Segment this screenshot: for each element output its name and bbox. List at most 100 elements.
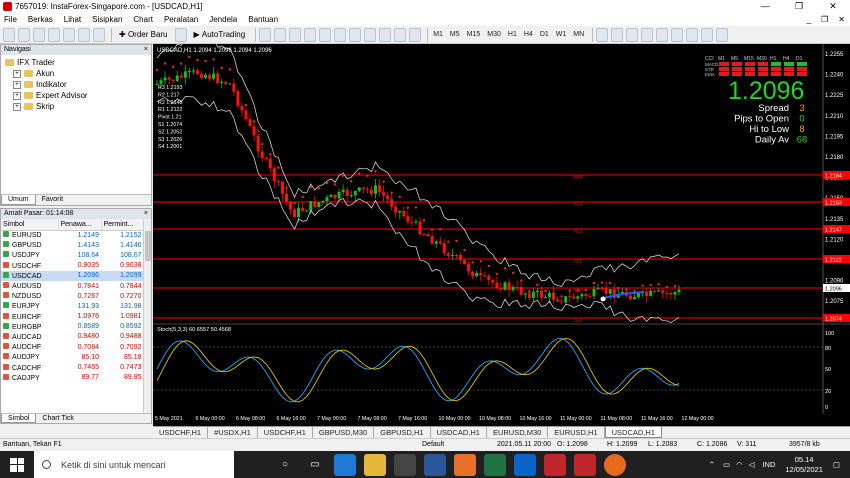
nav-item-expert-advisor[interactable]: + Expert Advisor bbox=[5, 90, 151, 101]
market-row[interactable]: CADJPY 89.77 89.85 bbox=[1, 373, 144, 383]
tf-d1[interactable]: D1 bbox=[538, 28, 551, 42]
line-chart-icon[interactable] bbox=[289, 27, 302, 42]
word-icon[interactable] bbox=[424, 453, 446, 476]
tf-m5[interactable]: M5 bbox=[448, 28, 462, 42]
terminal-icon[interactable] bbox=[78, 27, 90, 42]
periods-icon[interactable] bbox=[394, 27, 407, 42]
menu-bantuan[interactable]: Bantuan bbox=[248, 15, 278, 24]
minimize-button[interactable]: — bbox=[748, 1, 782, 12]
candlestick-icon[interactable] bbox=[274, 27, 287, 42]
autoscroll-icon[interactable] bbox=[349, 27, 362, 42]
edge-icon[interactable] bbox=[334, 453, 356, 476]
mail-icon[interactable] bbox=[514, 453, 536, 476]
clock[interactable]: 05.14 12/05/2021 bbox=[785, 455, 823, 475]
excel-icon[interactable] bbox=[484, 453, 506, 476]
chart-tab[interactable]: EURUSD,H1 bbox=[548, 427, 605, 438]
chart-tab[interactable]: USDCHF,H1 bbox=[258, 427, 313, 438]
nav-item-akun[interactable]: + Akun bbox=[5, 68, 151, 79]
notifications-icon[interactable]: ▢ bbox=[833, 460, 840, 469]
cortana-icon[interactable]: ○ bbox=[274, 454, 296, 476]
nav-item-skrip[interactable]: + Skrip bbox=[5, 101, 151, 112]
volume-icon[interactable]: ◁ bbox=[749, 460, 755, 469]
market-row[interactable]: USDJPY 108.64 108.67 bbox=[1, 250, 144, 260]
chart-tab[interactable]: USDCAD,H1 bbox=[604, 427, 662, 438]
tf-mn[interactable]: MN bbox=[571, 28, 586, 42]
firefox-icon[interactable] bbox=[604, 453, 626, 476]
tile-windows-icon[interactable] bbox=[334, 27, 347, 42]
bar-chart-icon[interactable] bbox=[259, 27, 272, 42]
chart-tab[interactable]: #USDX,H1 bbox=[208, 427, 258, 438]
network-icon[interactable]: ◠ bbox=[736, 460, 743, 469]
tab-chart-tick[interactable]: Chart Tick bbox=[36, 414, 80, 423]
market-row[interactable]: EURUSD 1.2149 1.2152 bbox=[1, 230, 144, 240]
col-bid[interactable]: Penawa... bbox=[58, 219, 102, 231]
photos-icon[interactable] bbox=[454, 453, 476, 476]
chart-shift-icon[interactable] bbox=[364, 27, 377, 42]
chart-window[interactable]: 1.2255 1.2240 1.2225 1.2210 1.2195 1.2180 1.21… bbox=[153, 35, 850, 426]
tester-icon[interactable] bbox=[93, 27, 105, 42]
market-row[interactable]: AUDJPY 85.10 85.18 bbox=[1, 352, 144, 362]
market-row[interactable]: GBPUSD 1.4143 1.4146 bbox=[1, 240, 144, 250]
scroll-thumb[interactable] bbox=[145, 231, 151, 261]
navigator-close-icon[interactable]: × bbox=[144, 45, 148, 55]
mdi-minimize-button[interactable]: _ bbox=[807, 15, 811, 24]
zoom-in-icon[interactable] bbox=[304, 27, 317, 42]
cursor-icon[interactable] bbox=[596, 27, 609, 42]
trendline-icon[interactable] bbox=[656, 27, 669, 42]
nav-root[interactable]: IFX Trader bbox=[5, 57, 151, 68]
market-row[interactable]: EURGBP 0.8589 0.8592 bbox=[1, 322, 144, 332]
crosshair-icon[interactable] bbox=[611, 27, 624, 42]
navigator-icon[interactable] bbox=[63, 27, 75, 42]
menu-peralatan[interactable]: Peralatan bbox=[164, 15, 198, 24]
tf-h4[interactable]: H4 bbox=[522, 28, 535, 42]
chart-tab[interactable]: GBPUSD,H1 bbox=[374, 427, 431, 438]
vertical-line-icon[interactable] bbox=[626, 27, 639, 42]
profiles-icon[interactable] bbox=[18, 27, 30, 42]
tab-simbol[interactable]: Simbol bbox=[1, 414, 37, 423]
tf-m30[interactable]: M30 bbox=[485, 28, 503, 42]
menu-berkas[interactable]: Berkas bbox=[28, 15, 53, 24]
menu-sisipkan[interactable]: Sisipkan bbox=[92, 15, 122, 24]
market-row[interactable]: AUDCAD 0.9480 0.9488 bbox=[1, 332, 144, 342]
chart-tab[interactable]: EURUSD,M30 bbox=[487, 427, 549, 438]
market-watch-scrollbar[interactable] bbox=[143, 219, 151, 415]
zoom-out-icon[interactable] bbox=[319, 27, 332, 42]
menu-chart[interactable]: Chart bbox=[133, 15, 153, 24]
mdi-close-button[interactable]: ✕ bbox=[838, 15, 845, 24]
battery-icon[interactable]: ▭ bbox=[723, 460, 730, 469]
autotrading-button[interactable]: ▶ AutoTrading bbox=[190, 28, 250, 42]
market-watch-icon[interactable] bbox=[33, 27, 45, 42]
tab-favorit[interactable]: Favorit bbox=[36, 195, 69, 205]
text-icon[interactable] bbox=[701, 27, 714, 42]
tray-chevron-icon[interactable]: ⌃ bbox=[709, 460, 715, 469]
tf-m1[interactable]: M1 bbox=[431, 28, 445, 42]
channel-icon[interactable] bbox=[671, 27, 684, 42]
metatrader-icon[interactable] bbox=[544, 453, 566, 476]
market-watch-close-icon[interactable]: × bbox=[144, 209, 148, 219]
mdi-restore-button[interactable]: ❐ bbox=[821, 15, 828, 24]
maximize-button[interactable]: ❐ bbox=[782, 1, 816, 12]
price-chart[interactable]: 1.2255 1.2240 1.2225 1.2210 1.2195 1.2180 1.21… bbox=[153, 35, 850, 426]
close-button[interactable]: ✕ bbox=[816, 1, 850, 12]
windows-start-icon[interactable] bbox=[10, 457, 24, 472]
expand-icon[interactable]: + bbox=[13, 69, 21, 78]
nav-item-indikator[interactable]: + Indikator bbox=[5, 79, 151, 90]
metaeditor-icon[interactable] bbox=[174, 27, 187, 42]
file-explorer-icon[interactable] bbox=[364, 453, 386, 476]
menu-lihat[interactable]: Lihat bbox=[64, 15, 81, 24]
taskbar-search-box[interactable]: Ketik di sini untuk mencari bbox=[34, 451, 234, 478]
menu-jendela[interactable]: Jendela bbox=[209, 15, 237, 24]
tf-w1[interactable]: W1 bbox=[554, 28, 569, 42]
tab-umum[interactable]: Umum bbox=[1, 195, 36, 205]
market-row[interactable]: EURCHF 1.0976 1.0981 bbox=[1, 312, 144, 322]
chart-tab[interactable]: USDCAD,H1 bbox=[431, 427, 487, 438]
templates-icon[interactable] bbox=[409, 27, 422, 42]
market-row[interactable]: CADCHF 0.7465 0.7473 bbox=[1, 362, 144, 372]
arrows-icon[interactable] bbox=[716, 27, 729, 42]
task-view-icon[interactable]: ▭ bbox=[304, 454, 326, 476]
col-ask[interactable]: Permint... bbox=[101, 219, 144, 231]
expand-icon[interactable]: + bbox=[13, 80, 21, 89]
market-row[interactable]: USDCAD 1.2096 1.2099 bbox=[1, 270, 144, 281]
market-row[interactable]: AUDUSD 0.7841 0.7844 bbox=[1, 281, 144, 291]
store-icon[interactable] bbox=[394, 453, 416, 476]
